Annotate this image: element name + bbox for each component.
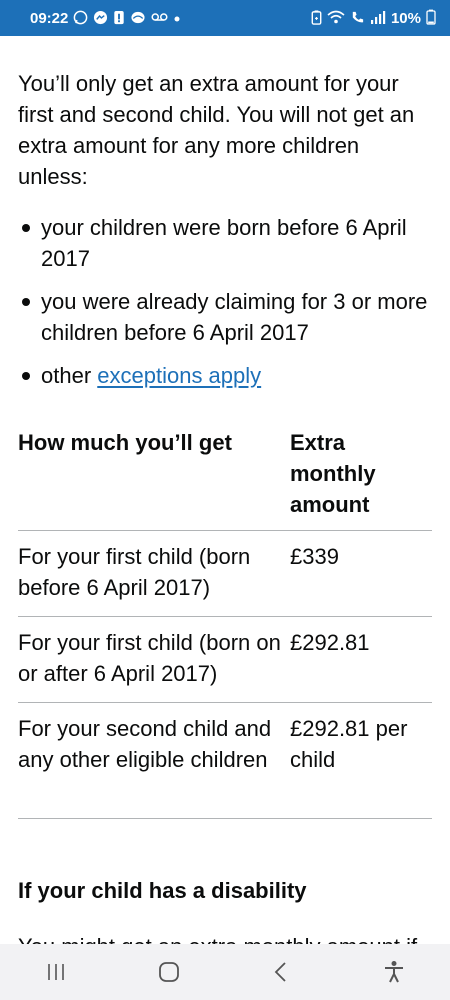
- table-header-row: How much you’ll get Extra monthly amount: [18, 424, 432, 531]
- table-cell: £292.81 per child: [290, 716, 408, 772]
- wifi-icon: [327, 10, 345, 26]
- battery-icon: [426, 9, 436, 27]
- status-bar: 09:22 10%: [0, 0, 450, 36]
- voicemail-icon: [151, 11, 168, 25]
- back-icon[interactable]: [251, 952, 311, 992]
- table-header-cell: Extra monthly amount: [290, 430, 376, 517]
- bullet-dot: [22, 372, 30, 380]
- table-cell: For your second child and any other elig…: [18, 716, 272, 772]
- cut-off-text-bottom: You might get an extra monthly amount if: [18, 932, 417, 944]
- list-item: your children were born before 6 April 2…: [18, 212, 432, 274]
- list-item: other exceptions apply: [18, 360, 432, 391]
- battery-saver-icon: [311, 9, 322, 27]
- battery-percent: 10%: [390, 9, 421, 27]
- alert-icon: [113, 10, 125, 27]
- table-cell: £339: [290, 544, 339, 569]
- home-icon[interactable]: [139, 952, 199, 992]
- table-header-cell: How much you’ll get: [18, 430, 232, 455]
- page-content: You’ll only get an extra amount for your…: [0, 36, 450, 944]
- bullet-text: you were already claiming for 3 or more …: [41, 289, 428, 345]
- call-icon: [350, 10, 365, 27]
- bullet-dot: [22, 298, 30, 306]
- table-row: For your second child and any other elig…: [18, 703, 432, 819]
- list-item: you were already claiming for 3 or more …: [18, 286, 432, 348]
- status-right: 10%: [311, 9, 436, 27]
- table-row: For your first child (born on or after 6…: [18, 617, 432, 703]
- whatsapp-icon: [73, 10, 88, 27]
- table-cell: For your first child (born on or after 6…: [18, 630, 281, 686]
- section-heading: If your child has a disability: [18, 878, 307, 903]
- bullet-text: other: [41, 363, 98, 388]
- table-cell: £292.81: [290, 630, 370, 655]
- bullet-list: your children were born before 6 April 2…: [18, 212, 432, 403]
- bullet-dot: [22, 224, 30, 232]
- accessibility-icon[interactable]: [364, 952, 424, 992]
- signal-icon: [370, 10, 386, 26]
- status-time: 09:22: [30, 9, 69, 27]
- bullet-text: your children were born before 6 April 2…: [41, 215, 407, 271]
- messenger-icon: [93, 10, 108, 27]
- table-cell: For your first child (born before 6 Apri…: [18, 544, 251, 600]
- navigation-bar: [0, 944, 450, 1000]
- table-row: For your first child (born before 6 Apri…: [18, 531, 432, 617]
- dot-icon: [173, 12, 181, 25]
- exceptions-apply-link[interactable]: exceptions apply: [97, 363, 261, 388]
- status-left: 09:22: [30, 10, 181, 27]
- intro-paragraph: You’ll only get an extra amount for your…: [18, 71, 415, 189]
- payment-table: How much you’ll get Extra monthly amount…: [18, 424, 432, 819]
- chat-icon: [130, 10, 146, 27]
- recent-apps-icon[interactable]: [26, 952, 86, 992]
